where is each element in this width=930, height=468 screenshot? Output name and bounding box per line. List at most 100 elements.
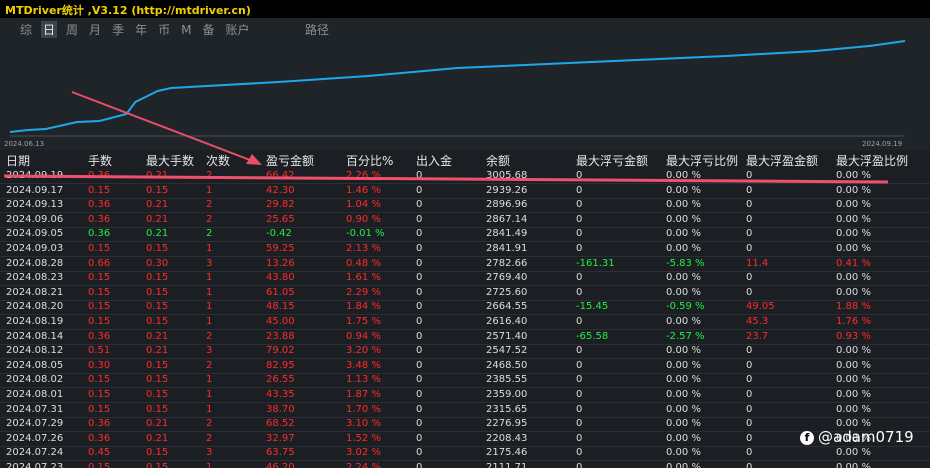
app-title: MTDriver统计 ,V3.12 (http://mtdriver.cn) <box>5 4 251 17</box>
column-header-max_lots[interactable]: 最大手数 <box>146 152 194 169</box>
cell-max_dd: 0 <box>576 403 583 415</box>
cell-io: 0 <box>416 199 423 211</box>
cell-balance: 2867.14 <box>486 213 528 225</box>
column-header-lots[interactable]: 手数 <box>88 152 112 169</box>
cell-max_dd_pct: 0.00 % <box>666 286 701 298</box>
cell-lots: 0.51 <box>88 345 111 357</box>
cell-pct: 0.48 % <box>346 257 381 269</box>
column-header-pnl[interactable]: 盈亏金额 <box>266 152 314 169</box>
cell-count: 2 <box>206 170 213 181</box>
column-header-pct[interactable]: 百分比% <box>346 152 393 169</box>
table-row[interactable]: 2024.09.17 0.15 0.15 1 42.30 1.46 % 0 2939.26 0 0… <box>0 184 930 199</box>
cell-max_dd: 0 <box>576 286 583 298</box>
cell-max_fp_pct: 1.88 % <box>836 301 871 313</box>
cell-max_dd_pct: 0.00 % <box>666 418 701 430</box>
table-row[interactable]: 2024.08.21 0.15 0.15 1 61.05 2.29 % 0 2725.60 0 0… <box>0 286 930 301</box>
cell-io: 0 <box>416 462 423 468</box>
cell-io: 0 <box>416 330 423 342</box>
table-row[interactable]: 2024.09.03 0.15 0.15 1 59.25 2.13 % 0 2841.91 0 0… <box>0 242 930 257</box>
cell-pnl: -0.42 <box>266 228 292 240</box>
cell-pct: 2.26 % <box>346 170 381 181</box>
cell-max_fp: 0 <box>746 403 753 415</box>
cell-balance: 2175.46 <box>486 447 528 459</box>
cell-max_fp: 45.3 <box>746 316 769 327</box>
cell-max_dd: -161.31 <box>576 257 615 269</box>
cell-pct: 1.46 % <box>346 184 381 196</box>
chart-end-date: 2024.09.19 <box>862 140 903 148</box>
table-row[interactable]: 2024.08.23 0.15 0.15 1 43.80 1.61 % 0 2769.40 0 0… <box>0 271 930 287</box>
table-row[interactable]: 2024.07.26 0.36 0.21 2 32.97 1.52 % 0 2208.43 0 0… <box>0 432 930 447</box>
cell-max_dd_pct: 0.00 % <box>666 403 701 415</box>
cell-max_dd: 0 <box>576 199 583 211</box>
cell-count: 2 <box>206 418 213 430</box>
cell-max_fp_pct: 0.00 % <box>836 286 871 298</box>
column-header-io[interactable]: 出入金 <box>416 152 452 169</box>
table-row[interactable]: 2024.07.31 0.15 0.15 1 38.70 1.70 % 0 2315.65 0 0… <box>0 403 930 418</box>
watermark-text: @adam0719 <box>818 428 914 446</box>
cell-pct: 1.70 % <box>346 403 381 415</box>
cell-lots: 0.15 <box>88 403 111 415</box>
cell-pct: 2.24 % <box>346 462 381 468</box>
cell-balance: 2939.26 <box>486 184 528 196</box>
cell-date: 2024.08.21 <box>6 286 64 298</box>
cell-date: 2024.07.31 <box>6 403 64 415</box>
table-row[interactable]: 2024.07.29 0.36 0.21 2 68.52 3.10 % 0 2276.95 0 0… <box>0 417 930 433</box>
cell-pnl: 82.95 <box>266 359 295 371</box>
cell-max_dd_pct: -2.57 % <box>666 330 705 342</box>
table-row[interactable]: 2024.08.01 0.15 0.15 1 43.35 1.87 % 0 2359.00 0 0… <box>0 388 930 403</box>
table-row[interactable]: 2024.08.28 0.66 0.30 3 13.26 0.48 % 0 2782.66 -1… <box>0 257 930 272</box>
column-header-balance[interactable]: 余额 <box>486 152 510 169</box>
cell-pnl: 13.26 <box>266 257 295 269</box>
cell-pnl: 45.00 <box>266 316 295 327</box>
cell-balance: 2468.50 <box>486 359 528 371</box>
table-row[interactable]: 2024.08.12 0.51 0.21 3 79.02 3.20 % 0 2547.52 0 0… <box>0 344 930 360</box>
table-row[interactable]: 2024.09.05 0.36 0.21 2 -0.42 -0.01 % 0 2841.49 0… <box>0 227 930 243</box>
cell-count: 3 <box>206 257 213 269</box>
cell-pct: 1.13 % <box>346 374 381 386</box>
column-header-count[interactable]: 次数 <box>206 152 230 169</box>
column-header-max_dd_pct[interactable]: 最大浮亏比例 <box>666 152 738 169</box>
table-row[interactable]: 2024.09.19 0.36 0.21 2 66.42 2.26 % 0 3005.68 0 0… <box>0 169 930 184</box>
cell-max_fp_pct: 0.00 % <box>836 447 871 459</box>
column-header-max_dd[interactable]: 最大浮亏金额 <box>576 152 648 169</box>
cell-max_lots: 0.15 <box>146 272 169 284</box>
cell-count: 1 <box>206 243 213 254</box>
column-header-max_fp_pct[interactable]: 最大浮盈比例 <box>836 152 908 169</box>
cell-count: 2 <box>206 213 213 225</box>
table-row[interactable]: 2024.08.14 0.36 0.21 2 23.88 0.94 % 0 2571.40 -6… <box>0 330 930 345</box>
cell-lots: 0.36 <box>88 199 111 211</box>
cell-pnl: 42.30 <box>266 184 295 196</box>
column-header-date[interactable]: 日期 <box>6 152 30 169</box>
cell-pnl: 43.80 <box>266 272 295 284</box>
cell-max_dd: 0 <box>576 389 583 400</box>
table-row[interactable]: 2024.07.23 0.15 0.15 1 46.20 2.24 % 0 2111.71 0 0… <box>0 461 930 468</box>
cell-max_dd: 0 <box>576 184 583 196</box>
cell-max_dd_pct: 0.00 % <box>666 447 701 459</box>
cell-io: 0 <box>416 418 423 430</box>
table-row[interactable]: 2024.08.19 0.15 0.15 1 45.00 1.75 % 0 2616.40 0 0… <box>0 315 930 330</box>
cell-count: 2 <box>206 432 213 444</box>
cell-date: 2024.07.23 <box>6 462 64 468</box>
cell-io: 0 <box>416 447 423 459</box>
table-row[interactable]: 2024.07.24 0.45 0.15 3 63.75 3.02 % 0 2175.46 0 0… <box>0 446 930 462</box>
cell-date: 2024.09.05 <box>6 228 64 240</box>
cell-max_fp: 49.05 <box>746 301 775 313</box>
column-header-max_fp[interactable]: 最大浮盈金额 <box>746 152 818 169</box>
equity-chart-panel: 综日周月季年币 M 备账户 路径 2024.06.13 2024.09.19 <box>0 18 930 150</box>
cell-lots: 0.36 <box>88 418 111 430</box>
cell-date: 2024.07.26 <box>6 432 64 444</box>
table-row[interactable]: 2024.08.20 0.15 0.15 1 48.15 1.84 % 0 2664.55 -1… <box>0 300 930 316</box>
cell-balance: 2111.71 <box>486 462 528 468</box>
cell-count: 1 <box>206 462 213 468</box>
cell-max_dd: 0 <box>576 316 583 327</box>
cell-pnl: 63.75 <box>266 447 295 459</box>
cell-io: 0 <box>416 184 423 196</box>
cell-pct: 2.13 % <box>346 243 381 254</box>
cell-max_fp: 0 <box>746 359 753 371</box>
cell-max_lots: 0.21 <box>146 213 169 225</box>
table-row[interactable]: 2024.08.02 0.15 0.15 1 26.55 1.13 % 0 2385.55 0 0… <box>0 373 930 389</box>
table-row[interactable]: 2024.09.06 0.36 0.21 2 25.65 0.90 % 0 2867.14 0 0… <box>0 213 930 228</box>
table-row[interactable]: 2024.08.05 0.30 0.15 2 82.95 3.48 % 0 2468.50 0 0… <box>0 359 930 374</box>
table-row[interactable]: 2024.09.13 0.36 0.21 2 29.82 1.04 % 0 2896.96 0 0… <box>0 198 930 214</box>
cell-lots: 0.45 <box>88 447 111 459</box>
